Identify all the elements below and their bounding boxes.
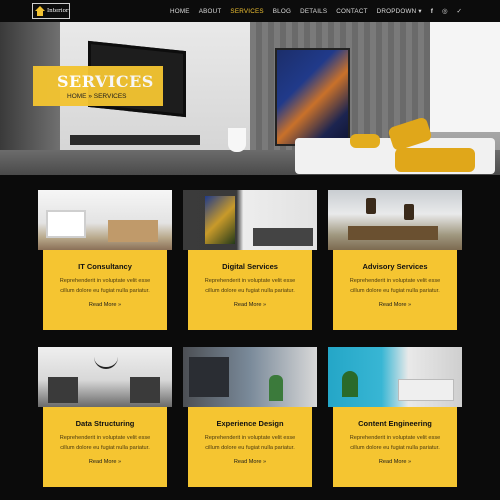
service-card: Advisory Services Reprehenderit in volup… <box>328 190 462 330</box>
house-icon <box>35 6 45 16</box>
service-title: Experience Design <box>216 419 284 428</box>
service-box: Experience Design Reprehenderit in volup… <box>188 407 312 487</box>
breadcrumb-home[interactable]: HOME <box>67 93 87 100</box>
read-more-link[interactable]: Read More » <box>333 302 457 308</box>
service-description: Reprehenderit in voluptate velit esse ci… <box>349 278 441 294</box>
service-photo <box>183 347 317 407</box>
page-title: SERVICES <box>57 72 154 91</box>
service-photo <box>328 190 462 250</box>
service-title: Digital Services <box>222 262 278 271</box>
nav-item-home[interactable]: HOME <box>170 8 190 15</box>
hero-cushion <box>395 148 475 172</box>
breadcrumb-current: SERVICES <box>93 93 127 100</box>
nav-item-blog[interactable]: BLOG <box>273 8 291 15</box>
service-description: Reprehenderit in voluptate velit esse ci… <box>59 278 151 294</box>
read-more-link[interactable]: Read More » <box>333 459 457 465</box>
service-description: Reprehenderit in voluptate velit esse ci… <box>204 278 296 294</box>
page-title-box: SERVICES HOME » SERVICES <box>33 66 163 106</box>
dropdown-label: DROPDOWN <box>376 7 417 15</box>
breadcrumb: HOME » SERVICES <box>67 93 127 100</box>
service-title: Advisory Services <box>362 262 428 271</box>
service-box: Advisory Services Reprehenderit in volup… <box>333 250 457 330</box>
service-photo <box>38 347 172 407</box>
read-more-link[interactable]: Read More » <box>43 459 167 465</box>
site-logo[interactable]: Interior <box>32 3 70 19</box>
service-photo <box>38 190 172 250</box>
service-box: IT Consultancy Reprehenderit in voluptat… <box>43 250 167 330</box>
service-box: Data Structuring Reprehenderit in volupt… <box>43 407 167 487</box>
nav-item-services[interactable]: SERVICES <box>230 8 263 15</box>
service-description: Reprehenderit in voluptate velit esse ci… <box>204 435 296 451</box>
hero-shelf <box>70 135 200 145</box>
nav-item-contact[interactable]: CONTACT <box>336 8 367 15</box>
service-box: Content Engineering Reprehenderit in vol… <box>333 407 457 487</box>
service-title: Data Structuring <box>75 419 135 428</box>
service-title: Content Engineering <box>358 419 432 428</box>
logo-text: Interior <box>47 8 69 14</box>
service-photo <box>183 190 317 250</box>
service-title: IT Consultancy <box>78 262 132 271</box>
nav-item-about[interactable]: ABOUT <box>199 8 222 15</box>
twitter-icon[interactable]: ✓ <box>457 7 462 15</box>
hero-cushion <box>350 134 380 148</box>
nav-item-dropdown[interactable]: DROPDOWN ▾ <box>377 8 422 15</box>
main-menu: HOME ABOUT SERVICES BLOG DETAILS CONTACT… <box>170 0 462 22</box>
facebook-icon[interactable]: f <box>431 8 433 15</box>
nav-item-details[interactable]: DETAILS <box>300 8 327 15</box>
chevron-down-icon: ▾ <box>418 7 422 15</box>
breadcrumb-separator: » <box>88 93 92 100</box>
service-card: Experience Design Reprehenderit in volup… <box>183 347 317 487</box>
hero-wall-art <box>275 48 350 146</box>
service-card: Content Engineering Reprehenderit in vol… <box>328 347 462 487</box>
instagram-icon[interactable]: ◎ <box>442 7 448 15</box>
service-card: Data Structuring Reprehenderit in volupt… <box>38 347 172 487</box>
service-card: IT Consultancy Reprehenderit in voluptat… <box>38 190 172 330</box>
service-card: Digital Services Reprehenderit in volupt… <box>183 190 317 330</box>
hero-window <box>430 22 500 132</box>
top-navigation: Interior HOME ABOUT SERVICES BLOG DETAIL… <box>0 0 500 22</box>
hero-vase <box>228 128 246 152</box>
service-description: Reprehenderit in voluptate velit esse ci… <box>59 435 151 451</box>
service-photo <box>328 347 462 407</box>
read-more-link[interactable]: Read More » <box>188 459 312 465</box>
read-more-link[interactable]: Read More » <box>188 302 312 308</box>
read-more-link[interactable]: Read More » <box>43 302 167 308</box>
service-box: Digital Services Reprehenderit in volupt… <box>188 250 312 330</box>
service-description: Reprehenderit in voluptate velit esse ci… <box>349 435 441 451</box>
